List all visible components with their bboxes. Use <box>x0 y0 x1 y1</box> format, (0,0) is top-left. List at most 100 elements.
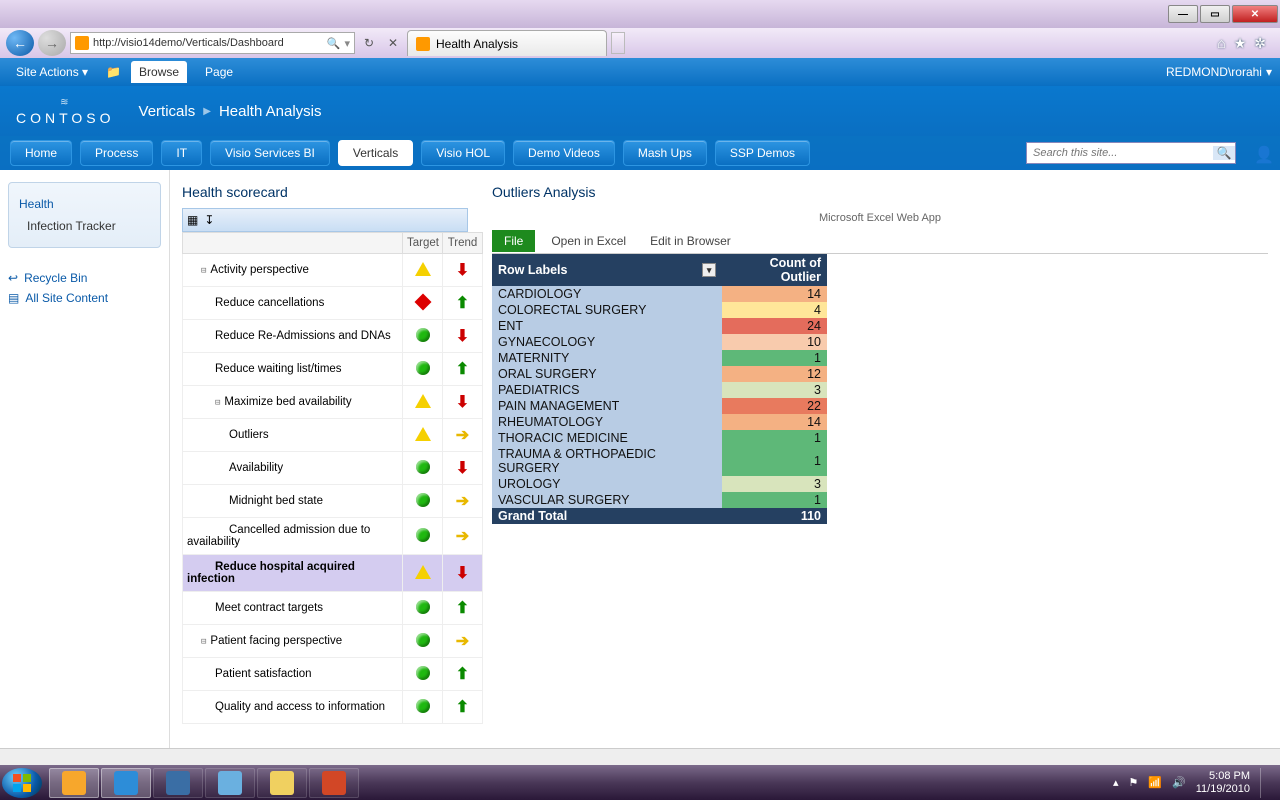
quicklaunch-infection-tracker[interactable]: Infection Tracker <box>19 215 150 237</box>
ie-icon <box>114 771 138 795</box>
system-tray[interactable]: ▴ ⚑ 📶 🔊 5:08 PM 11/19/2010 <box>1113 768 1278 798</box>
search-go-button[interactable]: 🔍 <box>1213 146 1235 160</box>
pivot-row[interactable]: VASCULAR SURGERY1 <box>492 492 827 508</box>
taskbar-visio-button[interactable] <box>153 768 203 798</box>
taskbar-clock[interactable]: 5:08 PM 11/19/2010 <box>1196 770 1250 794</box>
show-desktop-button[interactable] <box>1260 768 1268 798</box>
expand-icon[interactable]: ⊟ <box>215 398 224 408</box>
taskbar-explorer-button[interactable] <box>257 768 307 798</box>
nav-tab-visio-hol[interactable]: Visio HOL <box>421 140 505 166</box>
site-search-input[interactable] <box>1027 147 1213 159</box>
tray-flag-icon[interactable]: ⚑ <box>1128 776 1138 789</box>
scorecard-row[interactable]: Midnight bed state➔ <box>183 485 483 518</box>
open-in-excel-link[interactable]: Open in Excel <box>551 234 626 248</box>
scorecard-row[interactable]: Availability⬇ <box>183 452 483 485</box>
pivot-row[interactable]: CARDIOLOGY14 <box>492 286 827 302</box>
scorecard-row[interactable]: Reduce waiting list/times⬆ <box>183 353 483 386</box>
nav-back-button[interactable]: ← <box>6 30 34 56</box>
scorecard-row[interactable]: Reduce Re-Admissions and DNAs⬇ <box>183 320 483 353</box>
pivot-row[interactable]: PAEDIATRICS3 <box>492 382 827 398</box>
user-menu[interactable]: REDMOND\rorahi ▾ <box>1166 65 1272 79</box>
tray-volume-icon[interactable]: 🔊 <box>1172 776 1186 789</box>
nav-tab-visio-services-bi[interactable]: Visio Services BI <box>210 140 330 166</box>
util-recycle-bin[interactable]: ↩Recycle Bin <box>8 268 161 288</box>
browser-tab[interactable]: Health Analysis <box>407 30 607 56</box>
site-search[interactable]: 🔍 <box>1026 142 1236 164</box>
tray-network-icon[interactable]: 📶 <box>1148 776 1162 789</box>
scorecard-row[interactable]: Meet contract targets⬆ <box>183 592 483 625</box>
pivot-row[interactable]: TRAUMA & ORTHOPAEDIC SURGERY1 <box>492 446 827 476</box>
pivot-row[interactable]: MATERNITY1 <box>492 350 827 366</box>
breadcrumb-parent[interactable]: Verticals <box>139 103 196 120</box>
home-icon[interactable]: ⌂ <box>1217 35 1225 52</box>
taskbar-powerpoint-button[interactable] <box>309 768 359 798</box>
arrow-down-icon: ⬇ <box>456 326 469 346</box>
arrow-right-icon: ➔ <box>456 491 469 511</box>
scorecard-row[interactable]: Quality and access to information⬆ <box>183 691 483 724</box>
scorecard-row[interactable]: Reduce hospital acquired infection⬇ <box>183 555 483 592</box>
tray-show-hidden-icon[interactable]: ▴ <box>1113 776 1119 789</box>
taskbar-ie-button[interactable] <box>101 768 151 798</box>
ribbon-tab-page[interactable]: Page <box>197 61 241 83</box>
red-diamond-icon <box>414 293 431 310</box>
pivot-row[interactable]: ENT24 <box>492 318 827 334</box>
nav-forward-button[interactable]: → <box>38 30 66 56</box>
search-provider-icon[interactable]: 🔍 <box>327 37 341 50</box>
tools-icon[interactable]: ✲ <box>1254 35 1266 52</box>
scorecard-row[interactable]: Patient satisfaction⬆ <box>183 658 483 691</box>
util-icon: ▤ <box>8 291 19 305</box>
horizontal-scrollbar[interactable] <box>0 748 1280 765</box>
window-minimize-button[interactable]: — <box>1168 5 1198 23</box>
new-tab-button[interactable] <box>611 32 625 54</box>
quick-launch: HealthInfection Tracker ↩Recycle Bin▤All… <box>0 170 170 748</box>
start-button[interactable] <box>2 768 42 798</box>
scorecard-row[interactable]: Reduce cancellations⬆ <box>183 287 483 320</box>
toolbar-sort-icon[interactable]: ↧ <box>204 213 214 227</box>
nav-tab-process[interactable]: Process <box>80 140 153 166</box>
pivot-row[interactable]: PAIN MANAGEMENT22 <box>492 398 827 414</box>
expand-icon[interactable]: ⊟ <box>201 637 210 647</box>
pivot-row[interactable]: GYNAECOLOGY10 <box>492 334 827 350</box>
refresh-button[interactable]: ↻ <box>359 33 379 53</box>
pivot-header-row[interactable]: Row Labels ▾ <box>492 254 722 286</box>
pivot-row[interactable]: RHEUMATOLOGY14 <box>492 414 827 430</box>
scorecard-row[interactable]: ⊟Activity perspective⬇ <box>183 254 483 287</box>
nav-tab-it[interactable]: IT <box>161 140 202 166</box>
arrow-up-icon: ⬆ <box>456 359 469 379</box>
taskbar-notepad-button[interactable] <box>205 768 255 798</box>
ribbon-tab-browse[interactable]: Browse <box>131 61 187 83</box>
window-maximize-button[interactable]: ▭ <box>1200 5 1230 23</box>
nav-tab-verticals[interactable]: Verticals <box>338 140 413 166</box>
scorecard-row[interactable]: ⊟Maximize bed availability⬇ <box>183 386 483 419</box>
site-logo[interactable]: ≋ CONTOSO <box>16 97 115 126</box>
window-close-button[interactable]: ✕ <box>1232 5 1278 23</box>
site-actions-menu[interactable]: Site Actions ▾ <box>8 61 96 83</box>
scorecard-row[interactable]: ⊟Patient facing perspective➔ <box>183 625 483 658</box>
green-circle-icon <box>416 666 430 680</box>
nav-tab-mash-ups[interactable]: Mash Ups <box>623 140 707 166</box>
edit-in-browser-link[interactable]: Edit in Browser <box>650 234 731 248</box>
scorecard-row[interactable]: Outliers➔ <box>183 419 483 452</box>
quicklaunch-health[interactable]: Health <box>19 193 150 215</box>
expand-icon[interactable]: ⊟ <box>201 266 210 276</box>
pivot-row[interactable]: COLORECTAL SURGERY4 <box>492 302 827 318</box>
green-circle-icon <box>416 361 430 375</box>
util-all-site-content[interactable]: ▤All Site Content <box>8 288 161 308</box>
nav-tab-ssp-demos[interactable]: SSP Demos <box>715 140 810 166</box>
pivot-row[interactable]: UROLOGY3 <box>492 476 827 492</box>
toolbar-view-icon[interactable]: ▦ <box>187 213 198 227</box>
scorecard-row[interactable]: Cancelled admission due to availability➔ <box>183 518 483 555</box>
favorites-icon[interactable]: ★ <box>1234 35 1247 52</box>
nav-tab-demo-videos[interactable]: Demo Videos <box>513 140 615 166</box>
pivot-row[interactable]: ORAL SURGERY12 <box>492 366 827 382</box>
pivot-row[interactable]: THORACIC MEDICINE1 <box>492 430 827 446</box>
address-bar[interactable]: http://visio14demo/Verticals/Dashboard 🔍… <box>70 32 355 54</box>
taskbar-outlook-button[interactable] <box>49 768 99 798</box>
navigate-up-icon[interactable]: 📁 <box>106 65 121 79</box>
nav-tab-home[interactable]: Home <box>10 140 72 166</box>
excel-file-menu[interactable]: File <box>492 230 535 252</box>
people-search-icon[interactable]: 👤 <box>1254 145 1270 161</box>
filter-dropdown-icon[interactable]: ▾ <box>702 263 716 277</box>
dropdown-icon[interactable]: ▾ <box>344 37 350 50</box>
stop-button[interactable]: ✕ <box>383 33 403 53</box>
